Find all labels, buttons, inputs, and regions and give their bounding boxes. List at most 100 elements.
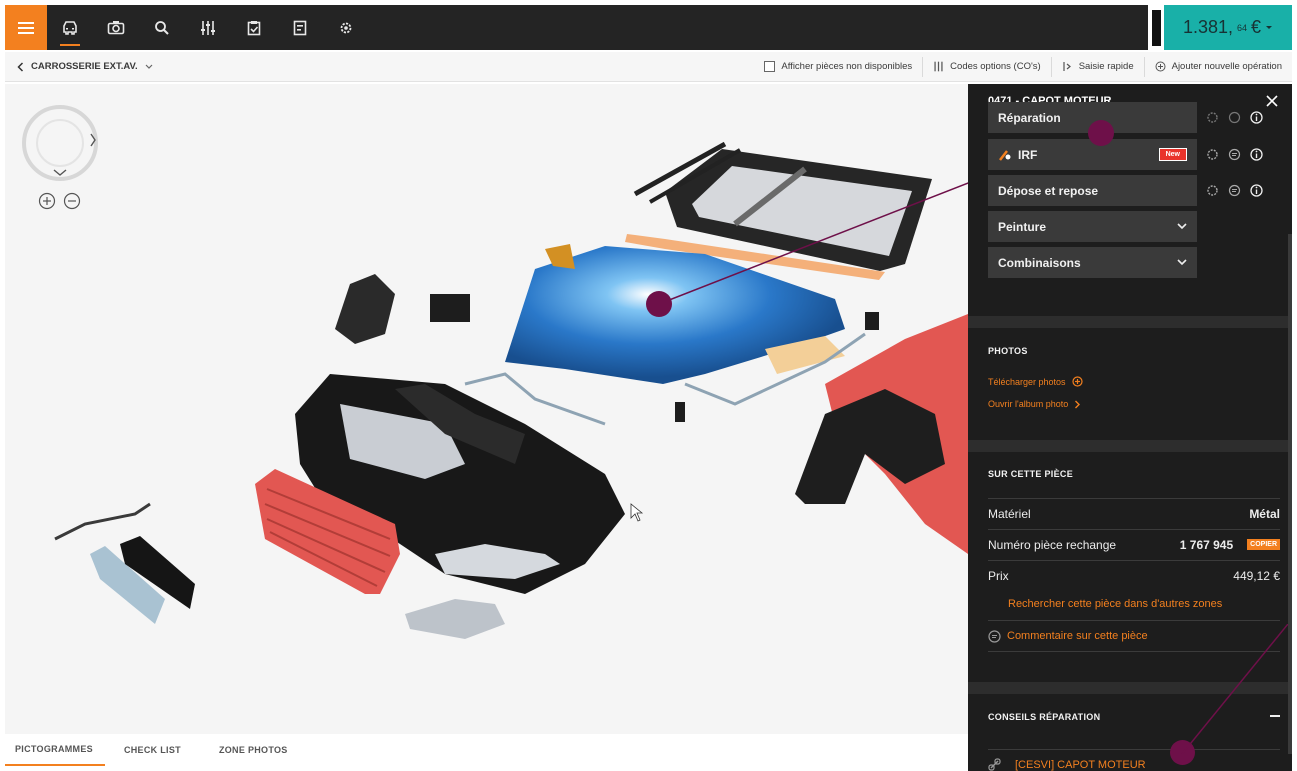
comment-icon[interactable] — [1228, 148, 1241, 161]
price-amount: 1.381, — [1182, 17, 1233, 37]
operation-label: IRF — [1018, 147, 1038, 162]
operation-combinaisons-dropdown[interactable]: Combinaisons — [988, 247, 1197, 278]
rotate-down-icon[interactable] — [53, 169, 67, 176]
part-number-label: Numéro pièce rechange — [988, 537, 1117, 552]
operation-peinture-dropdown[interactable]: Peinture — [988, 211, 1197, 242]
comment-label: Commentaire sur cette pièce — [1007, 630, 1148, 642]
material-label: Matériel — [988, 506, 1031, 521]
new-badge: New — [1158, 148, 1187, 161]
add-operation-button[interactable]: Ajouter nouvelle opération — [1143, 56, 1292, 77]
clipboard-check-icon[interactable] — [231, 5, 277, 50]
comment-link[interactable]: Commentaire sur cette pièce — [988, 629, 1148, 643]
app-window: 1.381, 64 € CARROSSERIE EXT.AV. Afficher … — [0, 0, 1297, 771]
fog-light-left[interactable] — [335, 274, 395, 344]
operation-label: Combinaisons — [998, 255, 1081, 270]
irf-actions — [1206, 148, 1263, 161]
gear-icon[interactable] — [1206, 148, 1219, 161]
section-divider — [968, 316, 1292, 328]
camera-icon[interactable] — [93, 5, 139, 50]
info-icon[interactable] — [1250, 148, 1263, 161]
copy-button[interactable]: COPIER — [1247, 539, 1280, 550]
top-toolbar: 1.381, 64 € — [5, 5, 1292, 50]
section-divider — [968, 440, 1292, 452]
price-label: Prix — [988, 568, 1009, 583]
part-details-panel: 0471 - CAPOT MOTEUR Réparation IRF New D… — [968, 84, 1292, 771]
chevron-down-icon — [145, 64, 153, 69]
search-other-zones-label: Rechercher cette pièce dans d'autres zon… — [1008, 598, 1223, 610]
photos-title: PHOTOS — [988, 346, 1028, 356]
operation-label: Peinture — [998, 219, 1047, 234]
chevron-down-icon — [1177, 223, 1187, 230]
tab-pictogrammes[interactable]: PICTOGRAMMES — [5, 734, 105, 766]
windshield[interactable] — [633, 141, 932, 271]
flag-indicator — [1148, 5, 1164, 50]
chevron-down-icon — [1266, 25, 1273, 29]
breadcrumb[interactable]: CARROSSERIE EXT.AV. — [5, 61, 153, 72]
reparation-callout-pin[interactable] — [1088, 120, 1114, 146]
bottom-tabs: PICTOGRAMMES CHECK LIST ZONE PHOTOS — [5, 734, 968, 766]
irf-tool-icon — [999, 149, 1011, 161]
tab-label: PICTOGRAMMES — [15, 744, 93, 754]
open-album-link[interactable]: Ouvrir l'album photo — [988, 399, 1081, 409]
price-cents: 64 — [1237, 22, 1248, 33]
operation-irf[interactable]: IRF New — [988, 139, 1197, 170]
close-icon[interactable] — [1266, 95, 1278, 107]
hamburger-menu-icon[interactable] — [5, 5, 47, 50]
show-unavailable-label: Afficher pièces non disponibles — [781, 61, 913, 72]
checkbox[interactable] — [764, 61, 776, 72]
comment-icon — [988, 629, 1001, 643]
total-price-button[interactable]: 1.381, 64 € — [1164, 5, 1292, 50]
quick-entry-button[interactable]: Saisie rapide — [1050, 56, 1144, 77]
add-circle-icon — [1155, 61, 1166, 72]
bump-stop[interactable] — [675, 402, 685, 422]
gear-icon[interactable] — [1206, 111, 1219, 124]
operation-depose-repose[interactable]: Dépose et repose — [988, 175, 1197, 206]
exploded-car-view[interactable] — [5, 84, 968, 734]
info-icon[interactable] — [1250, 184, 1263, 197]
depose-actions — [1206, 184, 1263, 197]
search-icon[interactable] — [139, 5, 185, 50]
tab-label: CHECK LIST — [123, 745, 181, 755]
reparation-actions — [1206, 111, 1263, 124]
add-circle-icon — [1071, 376, 1083, 387]
repair-advice-label: [CESVI] CAPOT MOTEUR — [1015, 758, 1146, 771]
tab-label: ZONE PHOTOS — [218, 745, 288, 755]
hood-callout-pin[interactable] — [646, 291, 672, 317]
show-unavailable-toggle[interactable]: Afficher pièces non disponibles — [754, 57, 922, 77]
price-row: Prix 449,12 € — [988, 560, 1280, 590]
gear-icon[interactable] — [1206, 184, 1219, 197]
chevron-right-icon — [1075, 400, 1081, 408]
document-icon[interactable] — [277, 5, 323, 50]
quick-entry-icon — [1063, 62, 1071, 71]
callout-line — [1181, 624, 1288, 754]
hood-latch[interactable] — [865, 312, 879, 330]
horn[interactable] — [430, 294, 470, 322]
sliders-icon — [934, 61, 943, 72]
part-number-value: 1 767 945 — [1179, 537, 1234, 552]
search-other-zones-link[interactable]: Rechercher cette pièce dans d'autres zon… — [1008, 598, 1222, 610]
upload-photos-link[interactable]: Télécharger photos — [988, 376, 1083, 387]
gear-icon[interactable] — [323, 5, 369, 50]
car-icon[interactable] — [47, 5, 93, 50]
option-codes-button[interactable]: Codes options (CO's) — [922, 56, 1051, 77]
option-codes-label: Codes options (CO's) — [950, 61, 1041, 72]
tab-zone-photos[interactable]: ZONE PHOTOS — [200, 734, 307, 766]
fog-light-bottom[interactable] — [405, 599, 505, 639]
sensor-cable[interactable] — [54, 502, 151, 541]
comment-icon[interactable] — [1228, 111, 1241, 124]
comment-icon[interactable] — [1228, 184, 1241, 197]
info-icon[interactable] — [1250, 111, 1263, 124]
tab-check-list[interactable]: CHECK LIST — [105, 734, 200, 766]
breadcrumb-label: CARROSSERIE EXT.AV. — [31, 61, 138, 72]
link-icon — [988, 758, 1001, 771]
add-operation-label: Ajouter nouvelle opération — [1171, 61, 1282, 72]
scrollbar[interactable] — [1288, 234, 1292, 754]
part-info-title: SUR CETTE PIÈCE — [988, 469, 1074, 479]
view-navigation-control[interactable] — [19, 98, 109, 223]
chevron-down-icon — [1177, 259, 1187, 266]
sub-toolbar: CARROSSERIE EXT.AV. Afficher pièces non … — [5, 52, 1292, 82]
operation-label: Réparation — [998, 110, 1061, 125]
sliders-icon[interactable] — [185, 5, 231, 50]
3d-viewer[interactable] — [5, 84, 968, 734]
part-number-row: Numéro pièce rechange 1 767 945 COPIER — [988, 529, 1280, 559]
